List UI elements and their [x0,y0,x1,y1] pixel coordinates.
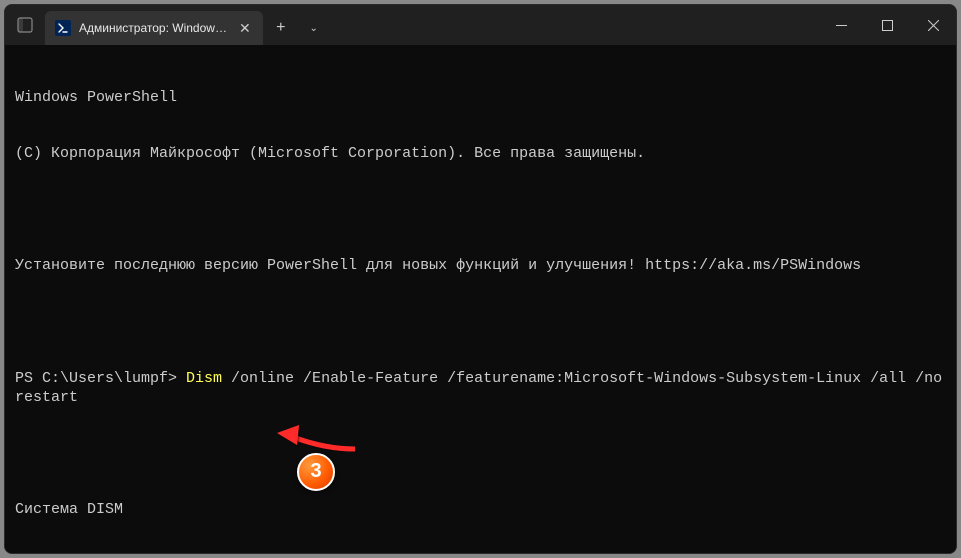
tab-close-icon[interactable]: ✕ [237,19,253,37]
output-line [15,445,946,464]
output-line: Windows PowerShell [15,89,946,108]
window-controls [818,5,956,45]
titlebar-drag-area[interactable] [329,5,818,45]
prompt-path: PS C:\Users\lumpf> [15,370,186,387]
minimize-button[interactable] [818,5,864,45]
prompt-line: PS C:\Users\lumpf> Dism /online /Enable-… [15,370,946,408]
output-line: Cистема DISM [15,501,946,520]
update-message: Установите последнюю версию PowerShell д… [15,257,645,274]
command-name: Dism [186,370,222,387]
terminal-window: Администратор: Windows Po ✕ + ⌄ Windows … [4,4,957,554]
app-menu-icon[interactable] [5,5,45,45]
output-line [15,201,946,220]
terminal-output[interactable]: Windows PowerShell (C) Корпорация Майкро… [5,45,956,554]
close-button[interactable] [910,5,956,45]
titlebar: Администратор: Windows Po ✕ + ⌄ [5,5,956,45]
new-tab-button[interactable]: + [263,11,299,45]
output-line: Установите последнюю версию PowerShell д… [15,257,946,276]
tab-title: Администратор: Windows Po [79,21,229,35]
powershell-icon [55,20,71,36]
update-link: https://aka.ms/PSWindows [645,257,861,274]
maximize-button[interactable] [864,5,910,45]
tab-dropdown-icon[interactable]: ⌄ [299,11,329,45]
output-line: (C) Корпорация Майкрософт (Microsoft Cor… [15,145,946,164]
tab-powershell[interactable]: Администратор: Windows Po ✕ [45,11,263,45]
output-line [15,314,946,333]
